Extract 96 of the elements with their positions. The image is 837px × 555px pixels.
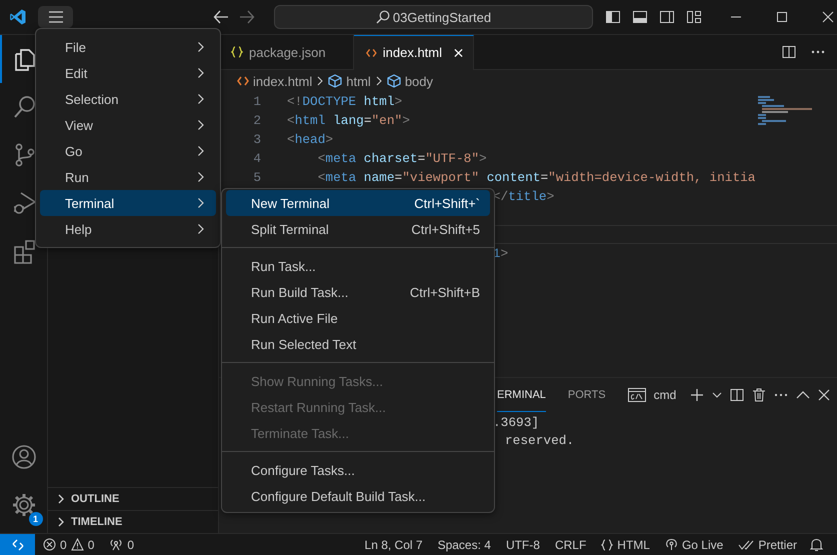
menu-item[interactable]: Configure Tasks... (226, 457, 490, 483)
breadcrumb-item[interactable]: index.html (237, 74, 312, 88)
menu-item[interactable]: Run Active File (226, 305, 490, 331)
layout-grid-icon[interactable] (686, 9, 702, 25)
problems-status[interactable]: 0 0 (43, 538, 94, 552)
notification-bell-icon[interactable] (810, 538, 823, 552)
code-line: <html lang="en"> (287, 113, 410, 128)
chevron-right-icon (197, 67, 205, 79)
menu-item[interactable]: View (40, 112, 216, 138)
more-actions-icon[interactable] (774, 393, 788, 397)
code-brackets-icon (366, 46, 377, 58)
code-line: <!DOCTYPE html> (287, 94, 402, 109)
antenna-icon (109, 538, 124, 551)
menu-icon (48, 11, 64, 23)
chevron-down-icon[interactable] (712, 392, 722, 398)
chevron-right-icon (197, 223, 205, 235)
warning-icon (70, 538, 84, 551)
terminal-line: .3693] (493, 414, 540, 432)
chevron-right-icon (197, 145, 205, 157)
menu-item[interactable]: Run Selected Text (226, 331, 490, 357)
back-arrow-icon[interactable] (213, 10, 229, 24)
menu-item[interactable]: Run Build Task... Ctrl+Shift+B (226, 279, 490, 305)
panel-tab[interactable]: PORTS (568, 378, 606, 412)
braces-icon (231, 46, 243, 58)
line-number: 3 (252, 132, 261, 147)
chevron-right-icon (316, 76, 324, 86)
account-icon[interactable] (10, 444, 36, 470)
panel-tab[interactable]: ERMINAL (497, 378, 546, 412)
line-number: 1 (252, 94, 261, 109)
chevron-right-icon (197, 41, 205, 53)
status-item[interactable]: HTML (601, 538, 650, 552)
code-brackets-icon (237, 75, 249, 87)
menu-item[interactable]: Go (40, 138, 216, 164)
code-line: <head> (287, 132, 334, 147)
menu-item[interactable]: File (40, 34, 216, 60)
chevron-right-icon (197, 197, 205, 209)
breadcrumb-item[interactable]: html (328, 74, 371, 88)
cube-icon (386, 74, 401, 88)
sidebar-toggle-icon[interactable] (605, 9, 621, 25)
menu-item[interactable]: Configure Default Build Task... (226, 483, 490, 509)
terminal-name[interactable]: cmd (654, 388, 676, 402)
editor-tab[interactable]: index.html (354, 34, 474, 70)
menu-item[interactable]: Terminal (40, 190, 216, 216)
search-icon (376, 10, 390, 24)
braces-icon (601, 538, 614, 550)
chevron-right-icon (197, 171, 205, 183)
status-item[interactable]: Spaces: 4 (438, 538, 491, 552)
search-field[interactable]: 03GettingStarted (274, 5, 593, 29)
double-check-icon (738, 538, 754, 550)
vscode-logo-icon (9, 8, 27, 26)
close-icon[interactable] (822, 11, 834, 23)
menu-item[interactable]: Split Terminal Ctrl+Shift+5 (226, 216, 490, 242)
breadcrumb-item[interactable]: body (386, 74, 434, 88)
terminal-line: reserved. (504, 432, 576, 450)
trash-icon[interactable] (752, 388, 766, 402)
notification-badge: 1 (28, 512, 42, 526)
status-item[interactable]: Ln 8, Col 7 (364, 538, 423, 552)
split-terminal-icon[interactable] (730, 388, 744, 402)
status-item[interactable]: Prettier (738, 538, 797, 552)
forward-arrow-icon[interactable] (239, 10, 255, 24)
menu-item[interactable]: Run (40, 164, 216, 190)
menu-item[interactable]: Edit (40, 60, 216, 86)
menu-button[interactable] (38, 6, 73, 28)
terminal-icon (628, 388, 646, 402)
line-number: 5 (252, 170, 261, 185)
menu-item[interactable]: New Terminal Ctrl+Shift+` (226, 190, 490, 216)
error-icon (43, 538, 56, 551)
menu-item[interactable]: Help (40, 216, 216, 242)
line-number: 2 (252, 113, 261, 128)
panel-toggle-icon[interactable] (632, 9, 648, 25)
status-item[interactable]: CRLF (554, 538, 586, 552)
chevron-right-icon (197, 119, 205, 131)
remote-button[interactable] (0, 534, 35, 555)
close-icon[interactable] (818, 389, 830, 401)
chevron-right-icon (197, 93, 205, 105)
menu-item[interactable]: Selection (40, 86, 216, 112)
sidebar-section-header[interactable]: OUTLINE (48, 487, 218, 510)
split-editor-icon[interactable] (782, 45, 796, 59)
code-line: <meta name="viewport" content="width=device-width, initia (316, 170, 756, 185)
code-line: <meta charset="UTF-8"> (316, 151, 487, 166)
chevron-right-icon (374, 76, 383, 86)
split-layout-icon[interactable] (659, 9, 675, 25)
more-actions-icon[interactable] (811, 50, 825, 54)
menu-item[interactable]: Run Task... (226, 253, 490, 279)
line-number: 4 (252, 151, 261, 166)
chevron-up-icon[interactable] (796, 391, 810, 399)
cube-icon (328, 74, 342, 88)
remote-icon (10, 538, 24, 552)
chevron-icon (56, 517, 66, 527)
chevron-icon (56, 494, 66, 504)
add-icon[interactable] (690, 388, 704, 402)
status-item[interactable]: UTF-8 (506, 538, 540, 552)
broadcast-icon (664, 538, 678, 551)
ports-status[interactable]: 0 (109, 538, 134, 552)
maximize-icon[interactable] (776, 11, 788, 23)
status-item[interactable]: Go Live (664, 538, 724, 552)
